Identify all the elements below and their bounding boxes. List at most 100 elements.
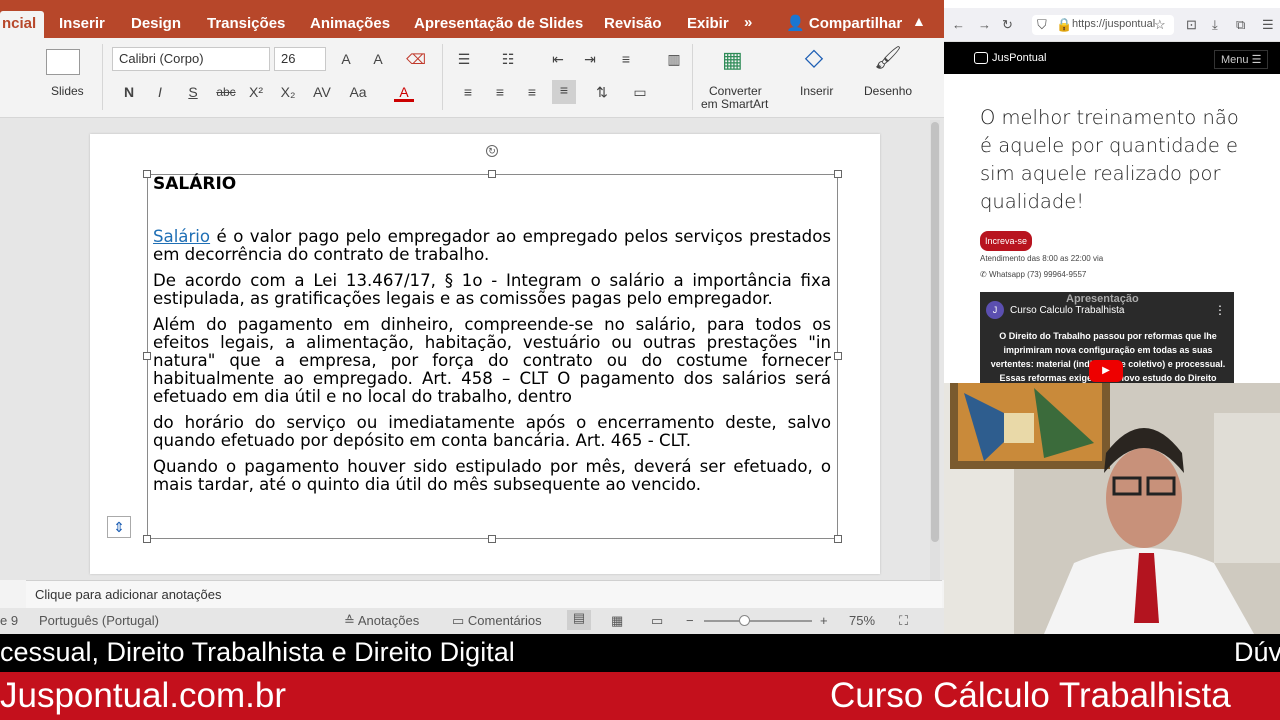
tab-animations[interactable]: Animações (310, 15, 390, 32)
bookmark-star-icon[interactable]: ☆ (1154, 17, 1166, 33)
resize-handle[interactable] (834, 535, 842, 543)
news-ticker: cessual, Direito Trabalhista e Direito D… (0, 634, 1280, 672)
subscribe-button[interactable]: Increva-se (980, 231, 1032, 251)
site-brand[interactable]: JusPontual (992, 52, 1046, 64)
zoom-out-icon[interactable]: − (686, 613, 694, 628)
channel-avatar[interactable]: J (986, 301, 1004, 319)
video-embed[interactable]: Apresentação J Curso Calculo Trabalhista… (980, 292, 1234, 383)
resize-handle[interactable] (488, 535, 496, 543)
draw-brush-icon[interactable]: 🖌 (874, 47, 902, 69)
fit-slide-icon[interactable]: ⛶ (899, 613, 908, 629)
browser-window: ← → ↻ https://juspontual ⛉ 🔒 ☆ ⊡ ⤓ ⧉ ☰ J… (944, 0, 1280, 383)
font-name-select[interactable]: Calibri (Corpo) (112, 47, 270, 71)
grow-font-icon[interactable]: A (336, 49, 356, 69)
extensions-icon[interactable]: ⧉ (1236, 17, 1245, 33)
paragraph-2: De acordo com a Lei 13.467/17, § 1o - In… (153, 271, 831, 308)
superscript-button[interactable]: X² (246, 82, 266, 102)
line-spacing-icon[interactable]: ≡ (616, 49, 636, 69)
strikethrough-button[interactable]: abc (214, 82, 238, 102)
site-logo-icon[interactable] (974, 52, 988, 64)
video-channel[interactable]: Curso Calculo Trabalhista (1010, 305, 1125, 316)
slideshow-view-icon[interactable]: ▭ (651, 613, 663, 629)
collapse-ribbon-icon[interactable]: ▲ (912, 13, 926, 29)
underline-button[interactable]: S (183, 82, 203, 102)
more-tabs-icon[interactable]: » (744, 14, 752, 31)
whatsapp-text: ✆ Whatsapp (73) 99964-9557 (980, 270, 1086, 279)
slides-icon[interactable] (46, 49, 80, 75)
address-bar[interactable]: https://juspontual (1032, 15, 1174, 35)
bullets-icon[interactable]: ☰ (454, 49, 474, 69)
zoom-level[interactable]: 75% (849, 613, 875, 628)
italic-button[interactable]: I (150, 82, 170, 102)
tab-view[interactable]: Exibir (687, 15, 729, 32)
comments-toggle[interactable]: ▭ Comentários (452, 613, 542, 629)
numbering-icon[interactable]: ☷ (498, 49, 518, 69)
shield-icon[interactable]: ⛉ (1037, 17, 1047, 33)
zoom-slider-thumb[interactable] (739, 615, 750, 626)
paragraph-5: Quando o pagamento houver sido estipulad… (153, 457, 831, 494)
columns-icon[interactable]: ▥ (664, 49, 684, 69)
browser-toolbar: ← → ↻ https://juspontual ⛉ 🔒 ☆ ⊡ ⤓ ⧉ ☰ (944, 8, 1280, 42)
tab-transitions[interactable]: Transições (207, 15, 285, 32)
menu-icon[interactable]: ☰ (1262, 17, 1274, 33)
tab-slideshow[interactable]: Apresentação de Slides (414, 15, 583, 32)
shrink-font-icon[interactable]: A (368, 49, 388, 69)
tab-home[interactable]: ncial (0, 11, 45, 38)
youtube-play-icon[interactable]: ▶ (1089, 360, 1123, 382)
resize-handle[interactable] (143, 352, 151, 360)
slide-text[interactable]: SALÁRIO Salário é o valor pago pelo empr… (153, 172, 831, 494)
tab-review[interactable]: Revisão (604, 15, 662, 32)
notes-pane[interactable]: Clique para adicionar anotações (26, 580, 942, 608)
align-center-icon[interactable]: ≡ (490, 82, 510, 102)
insert-shapes-icon[interactable]: ◇ (804, 46, 824, 70)
resize-handle[interactable] (834, 352, 842, 360)
share-button[interactable]: 👤 Compartilhar (786, 14, 902, 32)
smartart-label-1: Converter (709, 84, 762, 98)
salario-link[interactable]: Salário (153, 227, 210, 246)
rotate-handle-icon[interactable]: ↻ (486, 145, 498, 157)
resize-handle[interactable] (834, 170, 842, 178)
resize-handle[interactable] (143, 535, 151, 543)
increase-indent-icon[interactable]: ⇥ (580, 49, 600, 69)
lock-icon[interactable]: 🔒 (1056, 17, 1072, 33)
clear-format-icon[interactable]: ⌫ (406, 49, 426, 69)
zoom-in-icon[interactable]: + (820, 613, 828, 628)
more-options-icon[interactable]: ⋮ (1214, 303, 1226, 317)
normal-view-icon[interactable]: ▤ (567, 610, 591, 630)
justify-icon[interactable]: ≡ (552, 80, 576, 104)
title-bar (0, 0, 944, 8)
paragraph-4: do horário do serviço ou imediatamente a… (153, 413, 831, 450)
autofit-options-icon[interactable]: ⇕ (107, 516, 131, 538)
download-icon[interactable]: ⤓ (1212, 17, 1218, 33)
change-case-icon[interactable]: Aa (348, 82, 368, 102)
align-left-icon[interactable]: ≡ (458, 82, 478, 102)
char-spacing-icon[interactable]: AV (312, 82, 332, 102)
footer-banner: Juspontual.com.br Curso Cálculo Trabalhi… (0, 672, 1280, 720)
tab-design[interactable]: Design (131, 15, 181, 32)
subscript-button[interactable]: X₂ (278, 82, 298, 102)
pocket-icon[interactable]: ⊡ (1186, 17, 1197, 33)
tab-insert[interactable]: Inserir (59, 15, 105, 32)
ribbon: Slides Calibri (Corpo) 26 A A ⌫ N I S ab… (0, 38, 944, 118)
slide-counter: e 9 (0, 613, 19, 628)
font-size-select[interactable]: 26 (274, 47, 326, 71)
notes-toggle[interactable]: ≙ Anotações (344, 613, 419, 629)
forward-icon[interactable]: → (978, 17, 991, 32)
zoom-slider[interactable] (704, 620, 812, 622)
smartart-icon[interactable]: ▦ (722, 49, 743, 71)
whatsapp-number[interactable]: Whatsapp (73) 99964-9557 (989, 270, 1086, 279)
reload-icon[interactable]: ↻ (1002, 17, 1013, 33)
sorter-view-icon[interactable]: ▦ (611, 613, 623, 629)
align-right-icon[interactable]: ≡ (522, 82, 542, 102)
resize-handle[interactable] (143, 170, 151, 178)
hours-text: Atendimento das 8:00 as 22:00 via (980, 254, 1104, 263)
text-direction-icon[interactable]: ⇅ (592, 82, 612, 102)
site-menu-button[interactable]: Menu ☰ (1214, 50, 1269, 69)
font-color-icon[interactable]: A (394, 82, 414, 102)
back-icon[interactable]: ← (952, 17, 965, 32)
align-text-icon[interactable]: ▭ (630, 82, 650, 102)
decrease-indent-icon[interactable]: ⇤ (548, 49, 568, 69)
scrollbar-thumb[interactable] (931, 122, 939, 542)
language-indicator[interactable]: Português (Portugal) (39, 613, 159, 628)
bold-button[interactable]: N (119, 82, 139, 102)
